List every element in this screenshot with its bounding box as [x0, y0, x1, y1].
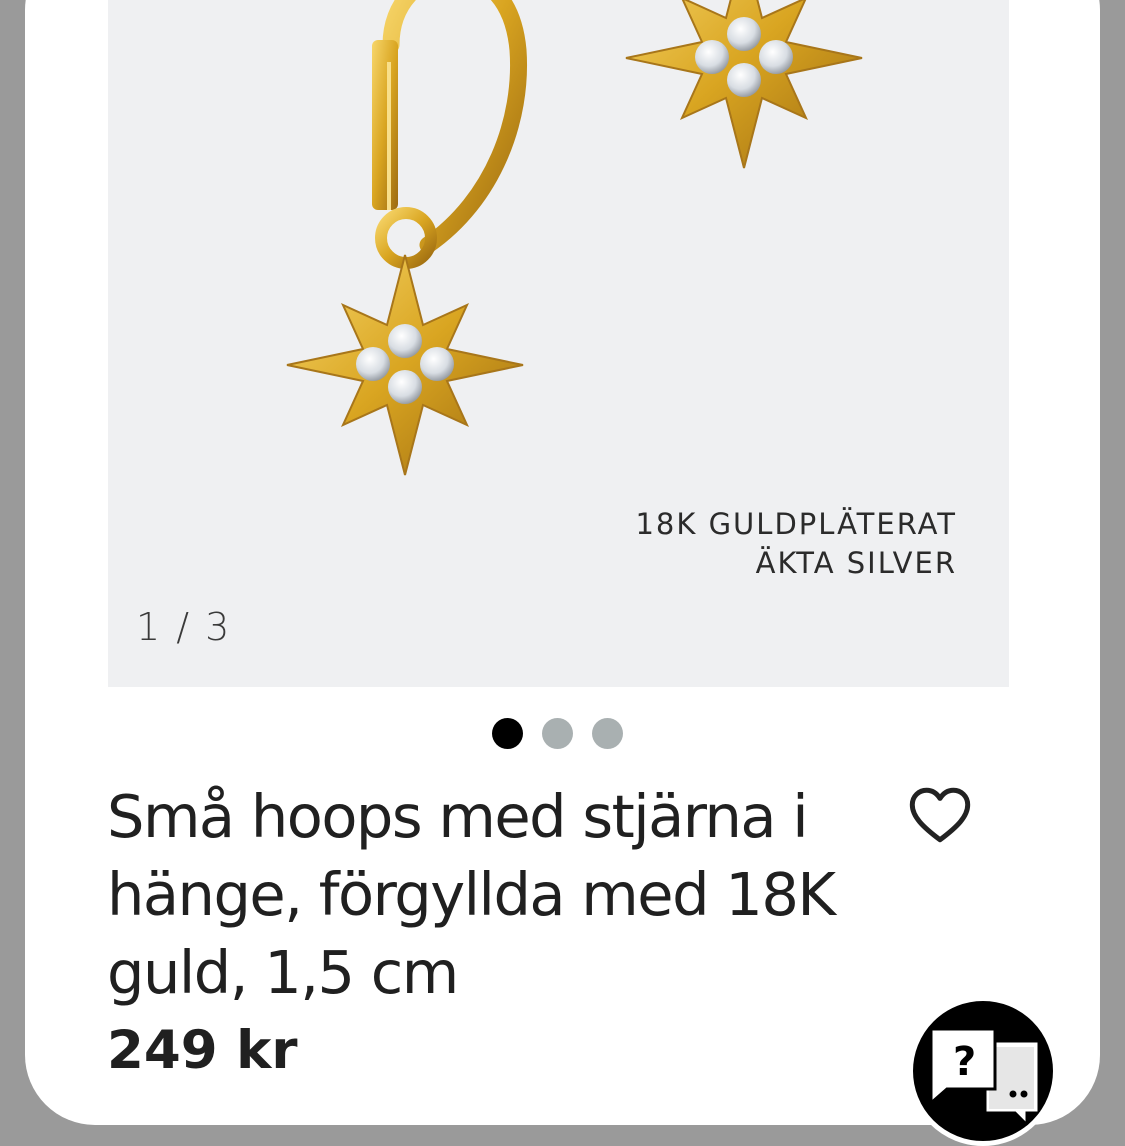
- product-title: Små hoops med stjärna i hänge, förgyllda…: [107, 782, 836, 1007]
- image-counter: 1 / 3: [136, 605, 232, 649]
- product-card: 1 / 3 18K GULDPLÄTERAT ÄKTA SILVER Små h…: [25, 0, 1100, 1125]
- carousel-dot-1[interactable]: [492, 718, 523, 749]
- image-caption: 18K GULDPLÄTERAT ÄKTA SILVER: [635, 505, 957, 583]
- favorite-button[interactable]: [905, 780, 975, 850]
- chat-help-icon: ?: [929, 1027, 1041, 1129]
- product-image: [286, 0, 863, 476]
- product-image-carousel[interactable]: 1 / 3 18K GULDPLÄTERAT ÄKTA SILVER: [108, 0, 1009, 687]
- heart-outline-icon: [909, 787, 971, 843]
- carousel-dot-3[interactable]: [592, 718, 623, 749]
- carousel-dots: [492, 718, 623, 749]
- svg-text:?: ?: [953, 1039, 976, 1085]
- chat-help-button[interactable]: ?: [908, 996, 1058, 1146]
- product-price: 249 kr: [107, 1020, 298, 1081]
- caption-line-1: 18K GULDPLÄTERAT: [635, 507, 957, 541]
- caption-line-2: ÄKTA SILVER: [755, 546, 957, 580]
- carousel-dot-2[interactable]: [542, 718, 573, 749]
